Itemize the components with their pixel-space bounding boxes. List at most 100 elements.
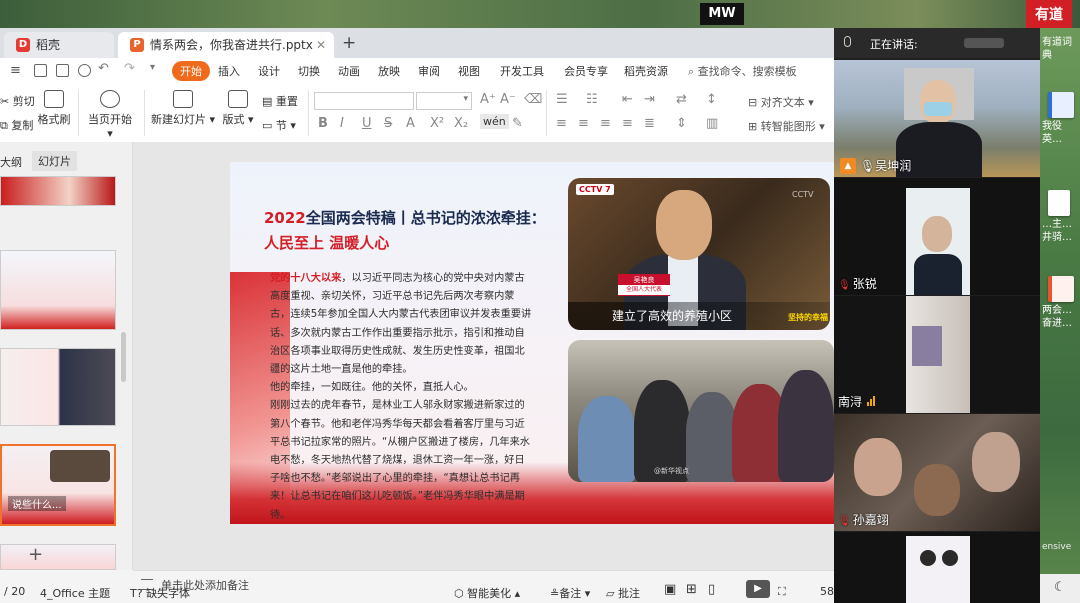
clear-format-icon[interactable]: ⌫ xyxy=(524,92,542,107)
reset-button[interactable]: ▤ 重置 xyxy=(262,93,298,109)
format-painter-button[interactable]: 格式刷 xyxy=(36,90,72,127)
slide-thumbnail-selected[interactable]: 说些什么... xyxy=(0,444,116,526)
menu-animation[interactable]: 动画 xyxy=(338,63,360,79)
participant-tile[interactable]: ▲ 🎙吴坤润 xyxy=(834,60,1040,177)
participant-tile[interactable]: 🎙 孙嘉翊 xyxy=(834,414,1040,531)
copy-button[interactable]: ⧉ 复制 xyxy=(0,117,33,133)
menu-lines-icon[interactable]: ≡ xyxy=(10,63,21,78)
line-spacing-icon[interactable]: ↕ xyxy=(706,92,717,107)
superscript-icon[interactable]: X² xyxy=(430,116,444,131)
participant-tile[interactable]: 🎙 张锐 xyxy=(834,178,1040,295)
menu-docer-resources[interactable]: 稻壳资源 xyxy=(624,63,668,79)
menu-developer[interactable]: 开发工具 xyxy=(500,63,544,79)
text-direction-icon[interactable]: ⇄ xyxy=(676,92,687,107)
print-icon[interactable] xyxy=(56,64,69,77)
preview-icon[interactable] xyxy=(78,64,91,77)
new-slide-button[interactable]: 新建幻灯片 ▾ xyxy=(150,90,216,127)
undo-icon[interactable]: ↶ xyxy=(98,61,109,76)
slide-thumbnail[interactable] xyxy=(0,348,116,426)
smart-beautify-button[interactable]: ⬡ 智能美化 ▴ xyxy=(454,585,520,601)
participant-label: 南浔 xyxy=(838,393,875,410)
youdao-logo[interactable]: 有道 xyxy=(1026,0,1072,30)
fit-window-icon[interactable]: ⛶ xyxy=(778,585,786,599)
close-icon[interactable]: ✕ xyxy=(316,32,326,58)
menu-review[interactable]: 审阅 xyxy=(418,63,440,79)
grow-font-icon[interactable]: A⁺ xyxy=(480,92,496,107)
slide-title[interactable]: 2022全国两会特稿丨总书记的浓浓牵挂： 人民至上 温暖人心 xyxy=(264,206,554,256)
new-tab-button[interactable]: + xyxy=(342,32,356,54)
align-center-icon[interactable]: ≡ xyxy=(578,116,589,131)
zoom-level[interactable]: 58 xyxy=(820,585,834,598)
paragraph-spacing-icon[interactable]: ⇕ xyxy=(676,116,687,131)
desktop-icon-file-1[interactable]: 我役英… xyxy=(1042,92,1078,146)
highlight-icon[interactable]: ✎ xyxy=(512,116,523,131)
phonetic-icon[interactable]: wén xyxy=(480,114,509,129)
align-right-icon[interactable]: ≡ xyxy=(600,116,611,131)
bullet-list-icon[interactable]: ☰ xyxy=(556,92,568,107)
font-name-select[interactable] xyxy=(314,92,414,110)
numbered-list-icon[interactable]: ☷ xyxy=(586,92,598,107)
from-current-slide-button[interactable]: 当页开始 ▾ xyxy=(84,90,136,140)
save-icon[interactable] xyxy=(34,64,47,77)
missing-fonts-button[interactable]: T? 缺失字体 xyxy=(130,585,190,601)
layout-button[interactable]: 版式 ▾ xyxy=(220,90,256,127)
person xyxy=(578,396,636,482)
justify-icon[interactable]: ≡ xyxy=(622,116,633,131)
distribute-icon[interactable]: ≣ xyxy=(644,116,655,131)
menu-transition[interactable]: 切换 xyxy=(298,63,320,79)
align-left-icon[interactable]: ≡ xyxy=(556,116,567,131)
desktop-icon-file-2[interactable]: …主…井骑… xyxy=(1042,190,1078,244)
smart-art-button[interactable]: ⊞ 转智能图形 ▾ xyxy=(748,118,825,134)
strikethrough-icon[interactable]: S xyxy=(384,116,392,131)
page-indicator[interactable]: / 20 xyxy=(4,585,25,598)
menu-design[interactable]: 设计 xyxy=(258,63,280,79)
tab-slides[interactable]: 幻灯片 xyxy=(32,151,77,171)
menu-view[interactable]: 视图 xyxy=(458,63,480,79)
menu-insert[interactable]: 插入 xyxy=(218,63,240,79)
notes-toggle[interactable]: ≗备注 ▾ xyxy=(550,585,590,601)
font-size-select[interactable]: ▾ xyxy=(416,92,472,110)
chevron-down-icon[interactable]: ▾ xyxy=(150,62,155,73)
bold-icon[interactable]: B xyxy=(318,116,328,131)
section-button[interactable]: ▭ 节 ▾ xyxy=(262,117,296,133)
outdent-icon[interactable]: ⇤ xyxy=(622,92,633,107)
sorter-view-icon[interactable]: ⊞ xyxy=(686,582,697,597)
desktop-icon-youdao[interactable]: 有道词典 xyxy=(1042,36,1078,62)
slide-body-text[interactable]: 党的十八大以来，以习近平同志为核心的党中央对内蒙古高度重视、亲切关怀，习近平总书… xyxy=(270,270,534,524)
comments-toggle[interactable]: ▱ 批注 xyxy=(606,585,640,601)
reading-view-icon[interactable]: ▯ xyxy=(708,582,715,597)
tab-document[interactable]: P 情系两会，你我奋进共行.pptx ✕ xyxy=(118,32,334,58)
menu-member[interactable]: 会员专享 xyxy=(564,63,608,79)
command-search[interactable]: ⌕ 查找命令、搜索模板 xyxy=(688,63,797,79)
interview-image[interactable]: CCTV 7 CCTV 吴艳良 全国人大代表 建立了高效的养殖小区 坚持的幸福 xyxy=(568,178,830,330)
menu-start[interactable]: 开始 xyxy=(172,61,210,81)
participant-tile[interactable]: 南浔 xyxy=(834,296,1040,413)
align-text-button[interactable]: ⊟ 对齐文本 ▾ xyxy=(748,94,814,110)
slide-thumbnail[interactable] xyxy=(0,250,116,330)
family-visit-image[interactable]: @新华视点 xyxy=(568,340,834,482)
participant-tile[interactable] xyxy=(834,532,1040,603)
moon-icon[interactable]: ☾ xyxy=(1054,580,1066,595)
slide-thumbnail[interactable] xyxy=(0,176,116,206)
tab-outline[interactable]: 大纲 xyxy=(0,154,22,170)
menu-slideshow[interactable]: 放映 xyxy=(378,63,400,79)
shrink-font-icon[interactable]: A⁻ xyxy=(500,92,516,107)
redo-icon[interactable]: ↷ xyxy=(124,61,135,76)
tab-docer[interactable]: D 稻壳 xyxy=(4,32,114,58)
underline-icon[interactable]: U xyxy=(362,116,372,131)
subscript-icon[interactable]: X₂ xyxy=(454,116,468,131)
thumbnail-scrollbar[interactable] xyxy=(121,332,126,382)
slide-canvas[interactable]: 2022全国两会特稿丨总书记的浓浓牵挂： 人民至上 温暖人心 党的十八大以来，以… xyxy=(230,162,834,524)
italic-icon[interactable]: I xyxy=(340,116,344,131)
add-slide-button[interactable]: + xyxy=(28,544,43,565)
font-color-icon[interactable]: A xyxy=(406,116,415,131)
desktop-icon-file-3[interactable]: 两会…奋进… xyxy=(1042,276,1078,330)
play-slideshow-button[interactable]: ▶ xyxy=(746,580,770,598)
cctv-corner-logo: CCTV xyxy=(792,190,814,199)
ribbon-divider xyxy=(78,90,79,136)
normal-view-icon[interactable]: ▣ xyxy=(664,582,676,597)
cut-button[interactable]: ✂ 剪切 xyxy=(0,93,35,109)
slide-thumbnail[interactable] xyxy=(0,544,116,570)
indent-icon[interactable]: ⇥ xyxy=(644,92,655,107)
columns-icon[interactable]: ▥ xyxy=(706,116,718,131)
